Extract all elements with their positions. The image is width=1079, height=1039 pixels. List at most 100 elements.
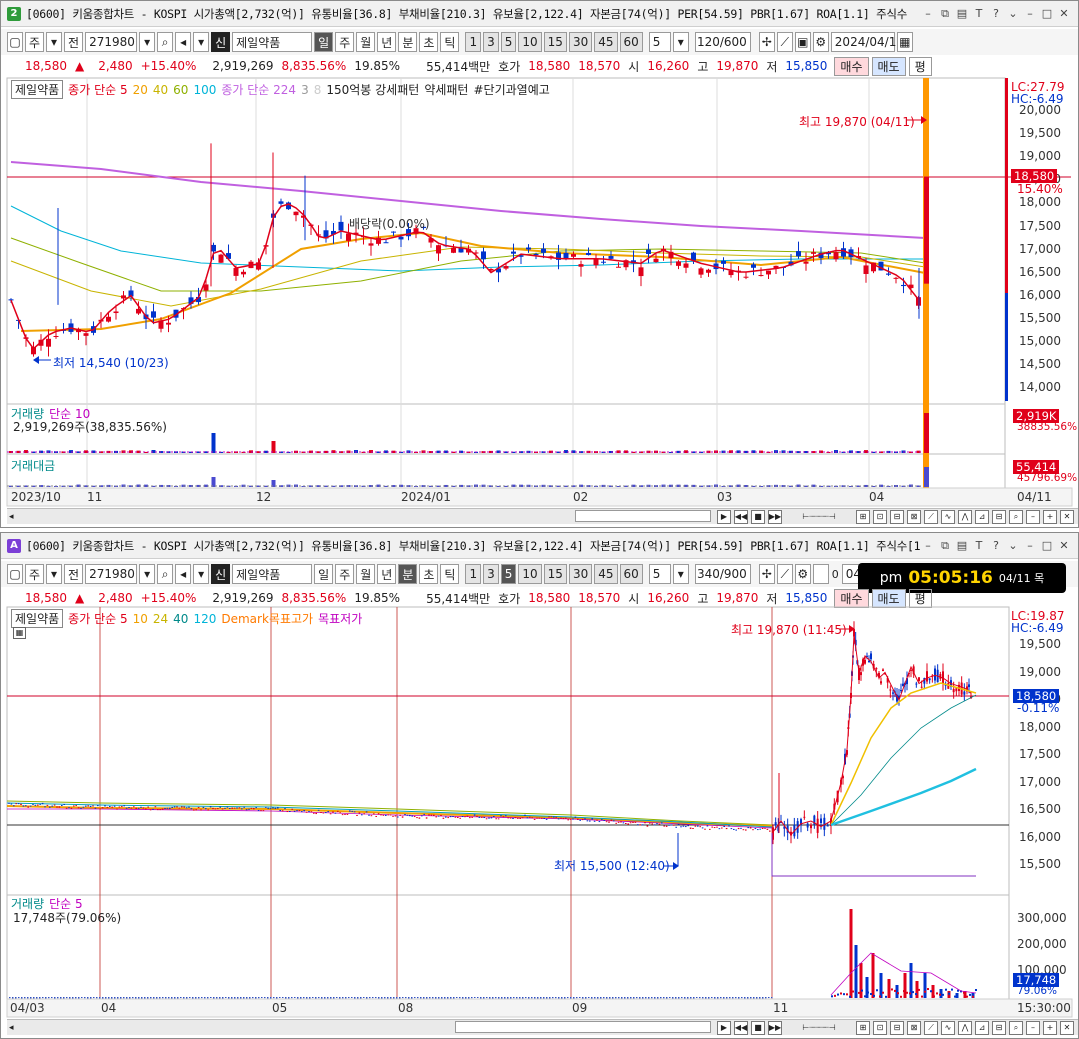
tool-icon[interactable]: ⋀: [958, 1020, 972, 1035]
zoom-in-icon[interactable]: +: [1043, 1020, 1057, 1035]
tool-icon[interactable]: ⊞: [856, 1020, 870, 1035]
candle-body: [711, 826, 713, 828]
search-icon[interactable]: ⌕: [1009, 1020, 1023, 1035]
tool-icon[interactable]: ⊡: [873, 509, 887, 524]
volume-bar: [513, 997, 515, 999]
chart-scrollbar[interactable]: ◂ ▶ ◀◀ ■ ▶▶ ⊢┈┈┈┈⊣ ⊞ ⊡ ⊟ ⊠ ⟋ ∿ ⋀ ⊿ ⊟ ⌕ –…: [7, 508, 1078, 524]
play-icon[interactable]: ▶: [717, 1020, 731, 1035]
tool-icon[interactable]: ⊿: [975, 509, 989, 524]
candle-body: [608, 821, 610, 823]
grid-icon[interactable]: ▦: [13, 627, 26, 639]
forward-icon[interactable]: ▶▶: [768, 1020, 782, 1035]
scroll-left-icon[interactable]: ◂: [9, 1023, 14, 1033]
stop-icon[interactable]: ■: [751, 509, 765, 524]
play-icon[interactable]: ▶: [717, 509, 731, 524]
chart-scrollbar[interactable]: ◂ ▶ ◀◀ ■ ▶▶ ⊢┈┈┈┈⊣ ⊞ ⊡ ⊟ ⊠ ⟋ ∿ ⋀ ⊿ ⊟ ⌕ –…: [7, 1019, 1078, 1035]
volume-bar: [450, 997, 452, 999]
stop-icon[interactable]: ■: [751, 1020, 765, 1035]
candle-body: [565, 817, 567, 819]
close-icon[interactable]: ✕: [1060, 509, 1074, 524]
volume-bar: [273, 997, 275, 999]
volume-bar: [144, 997, 146, 999]
search-icon[interactable]: ⌕: [1009, 509, 1023, 524]
candle-body: [870, 653, 872, 660]
tool-icon[interactable]: ⊟: [992, 1020, 1006, 1035]
volume-bar: [624, 997, 626, 999]
zoom-out-icon[interactable]: –: [1026, 509, 1040, 524]
candle-body: [721, 260, 726, 264]
candle-body: [341, 814, 344, 816]
amount-title: 거래대금: [11, 459, 56, 473]
candle-body: [265, 806, 267, 808]
volume-bar: [528, 997, 530, 999]
volume-bar: [318, 997, 320, 999]
volume-bar: [84, 997, 86, 999]
volume-bar: [102, 997, 104, 999]
candle-body: [298, 810, 301, 812]
candle-body: [80, 807, 82, 809]
zoom-slider[interactable]: ⊢┈┈┈┈⊣: [785, 1021, 853, 1035]
candle-body: [747, 827, 749, 829]
volume-bar: [564, 997, 566, 999]
rewind-icon[interactable]: ◀◀: [734, 509, 748, 524]
price-tick: 16,500: [1019, 264, 1061, 279]
candle-body: [188, 806, 190, 808]
tool-icon[interactable]: ∿: [941, 1020, 955, 1035]
tool-icon[interactable]: ⟋: [924, 1020, 938, 1035]
volume-bar: [865, 977, 869, 998]
tool-icon[interactable]: ⋀: [958, 509, 972, 524]
volume-bar: [90, 997, 92, 999]
volume-bar: [378, 997, 380, 999]
candle-body: [413, 816, 416, 818]
volume-bar: [57, 997, 59, 999]
tool-icon[interactable]: ⊠: [907, 1020, 921, 1035]
candle-body: [75, 805, 77, 807]
tool-icon[interactable]: ⊿: [975, 1020, 989, 1035]
candle-body: [262, 810, 265, 812]
zoom-out-icon[interactable]: –: [1026, 1020, 1040, 1035]
scroll-thumb[interactable]: [455, 1021, 711, 1033]
volume-bar: [537, 997, 539, 999]
tool-icon[interactable]: ⊟: [890, 509, 904, 524]
volume-bar: [669, 997, 671, 999]
zoom-in-icon[interactable]: +: [1043, 509, 1057, 524]
volume-bar: [132, 997, 134, 999]
volume-bar: [345, 997, 347, 999]
tool-icon[interactable]: ⊟: [890, 1020, 904, 1035]
candle-body: [627, 823, 629, 825]
price-tick: 15,500: [1019, 857, 1061, 871]
candle-body: [601, 261, 606, 263]
candle-body: [649, 822, 651, 824]
candle-body: [699, 826, 701, 828]
tool-icon[interactable]: ⊞: [856, 509, 870, 524]
tool-icon[interactable]: ⟋: [924, 509, 938, 524]
volume-bar: [579, 997, 581, 999]
volume-bar: [507, 997, 509, 999]
candle-body: [728, 825, 730, 827]
tool-icon[interactable]: ⊠: [907, 509, 921, 524]
candle-body: [176, 806, 178, 808]
date-tick: 02: [573, 490, 589, 504]
candle-body: [639, 824, 641, 826]
volume-bar: [267, 997, 269, 999]
legend-ma20: 20: [132, 82, 148, 97]
scroll-left-icon[interactable]: ◂: [9, 512, 14, 522]
volume-bar: [150, 997, 152, 999]
tool-icon[interactable]: ⊡: [873, 1020, 887, 1035]
candle-body: [459, 817, 461, 819]
candle-body: [173, 806, 176, 808]
volume-pane-frame: [6, 894, 1010, 1000]
tool-icon[interactable]: ⊟: [992, 509, 1006, 524]
candle-body: [598, 821, 601, 823]
volume-bar: [684, 997, 686, 999]
price-tick: 15,500: [1019, 310, 1061, 325]
zoom-slider[interactable]: ⊢┈┈┈┈⊣: [785, 510, 853, 524]
current-price-tag: 18,580: [1013, 689, 1060, 703]
scroll-thumb[interactable]: [575, 510, 711, 522]
forward-icon[interactable]: ▶▶: [768, 509, 782, 524]
candle-body: [617, 821, 620, 823]
tool-icon[interactable]: ∿: [941, 509, 955, 524]
rewind-icon[interactable]: ◀◀: [734, 1020, 748, 1035]
candle-body: [497, 818, 500, 820]
close-icon[interactable]: ✕: [1060, 1020, 1074, 1035]
